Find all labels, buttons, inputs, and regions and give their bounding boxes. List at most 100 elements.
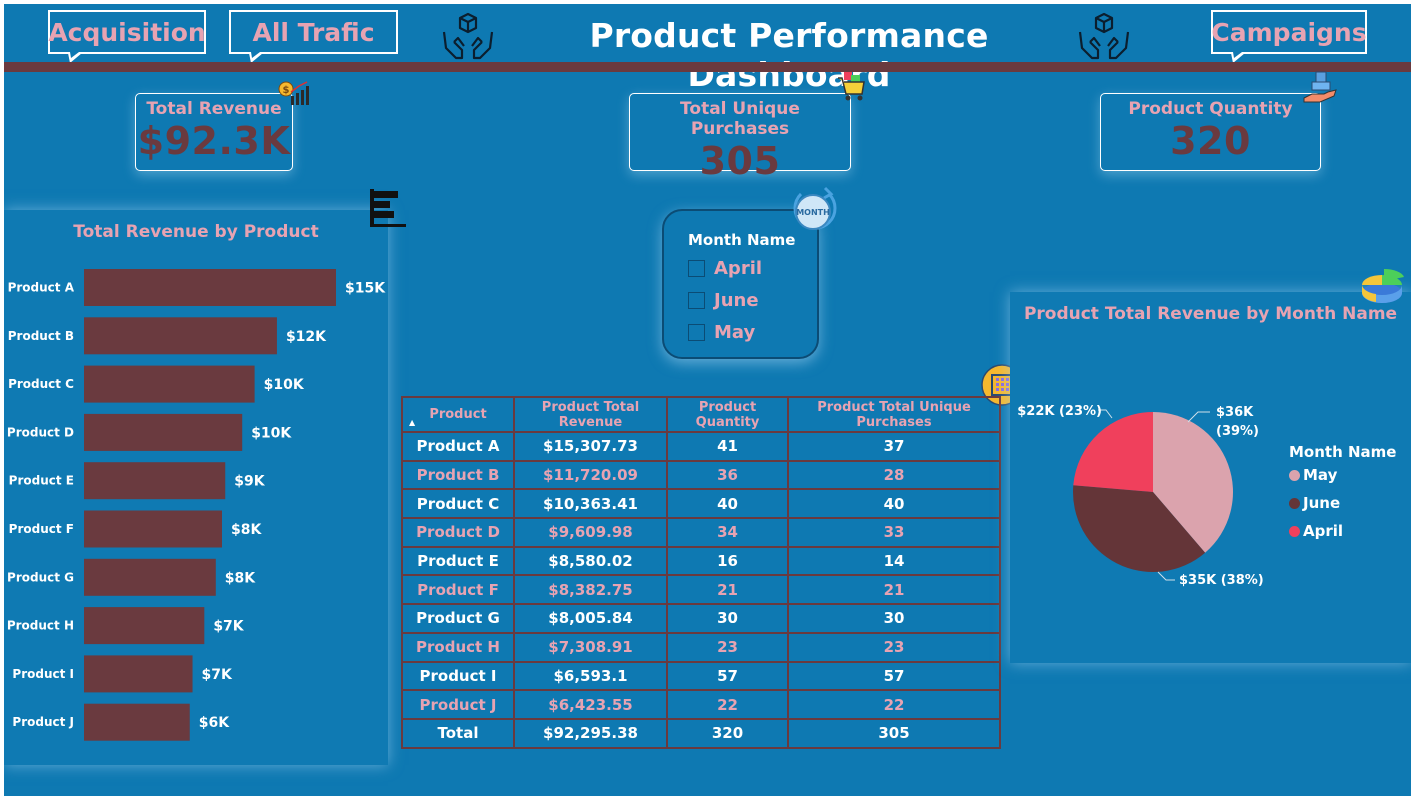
slicer-title: Month Name [688,231,796,249]
acquisition-label: Acquisition [48,17,206,47]
category-label: Product A [8,281,75,295]
table-cell: 36 [666,459,789,491]
revenue-by-product-panel: Total Revenue by Product Product A $15K Pr… [4,210,388,765]
table-cell: Product F [401,574,515,606]
campaigns-button[interactable]: Campaigns [1211,10,1367,63]
option-label: May [714,322,756,343]
data-label-june: $35K (38%) [1179,573,1264,588]
all-traffic-button[interactable]: All Trafic [229,10,398,63]
table-cell: 14 [787,545,1001,577]
column-header-product[interactable]: Product ▲ [401,396,515,433]
legend-marker [1289,497,1300,509]
column-header-revenue[interactable]: Product Total Revenue [513,396,668,433]
bar[interactable] [84,317,277,355]
table-cell: 28 [787,459,1001,491]
category-label: Product I [12,667,74,681]
bar[interactable] [84,413,243,451]
column-header-quantity[interactable]: Product Quantity [666,396,789,433]
table-row: Product D $9,609.98 34 33 [401,517,1001,548]
category-label: Product J [12,715,74,729]
table-cell: 57 [787,660,1001,692]
kpi-value: 320 [1170,119,1251,163]
campaigns-label: Campaigns [1211,17,1367,47]
bar[interactable] [84,703,190,741]
legend-label: May [1303,466,1338,484]
legend-marker [1289,525,1300,537]
data-label-may: $36K [1216,405,1254,420]
table-cell: 41 [666,431,789,462]
category-label: Product B [8,329,74,343]
data-label: $10K [251,425,292,441]
month-badge-text: MONTH [796,208,830,217]
table-cell: 30 [787,603,1001,634]
table-header-row: Product ▲ Product Total Revenue Product … [401,396,1001,433]
legend-label: June [1303,494,1341,512]
kpi-total-unique-purchases: Total Unique Purchases 305 [629,93,851,183]
data-label: $6K [199,715,230,731]
leader-line [1157,571,1175,581]
pie-chart-icon [1362,268,1404,303]
bar[interactable] [84,269,336,306]
legend-item-june[interactable]: June [1289,494,1340,512]
table-row: Product C $10,363.41 40 40 [401,488,1001,520]
table-total-row: Total $92,295.38 320 305 [401,717,1001,749]
total-cell: 305 [787,717,1001,749]
legend-item-may[interactable]: May [1289,466,1337,484]
legend-label: April [1303,522,1344,540]
bar[interactable] [84,655,193,693]
product-table: Product ▲ Product Total Revenue Product … [401,396,1001,749]
table-row: Product B $11,720.09 36 28 [401,459,1001,491]
column-header-unique-purchases[interactable]: Product Total Unique Purchases [787,396,1001,433]
legend-title: Month Name [1289,443,1397,461]
revenue-by-month-panel: Product Total Revenue by Month Name $36K… [1010,292,1411,663]
table-cell: 37 [787,431,1001,462]
data-label: $9K [234,474,265,490]
table-cell: $6,423.55 [513,689,668,720]
table-cell: 33 [787,517,1001,548]
total-cell: $92,295.38 [513,717,668,749]
category-label: Product C [8,377,74,391]
checkbox[interactable] [688,292,705,309]
table-cell: $15,307.73 [513,431,668,462]
data-label-may-percent: (39%) [1216,424,1259,439]
table-cell: $9,609.98 [513,517,668,548]
bar[interactable] [84,365,255,403]
svg-text:$: $ [283,85,290,96]
category-label: Product E [9,474,74,488]
data-label: $12K [286,329,327,345]
acquisition-button[interactable]: Acquisition [48,10,206,63]
hand-box-icon [1303,71,1337,103]
table-cell: Product I [401,660,515,692]
bar[interactable] [84,510,222,548]
table-row: Product A $15,307.73 41 37 [401,431,1001,462]
data-label: $10K [264,377,305,393]
table-cell: 22 [666,689,789,720]
table-row: Product I $6,593.1 57 57 [401,660,1001,692]
table-cell: 21 [787,574,1001,606]
slicer-option-may[interactable]: May [688,322,755,343]
kpi-label: Total Revenue [146,99,282,119]
kpi-product-quantity: Product Quantity 320 [1100,93,1321,171]
bar[interactable] [84,607,205,645]
data-label: $15K [345,281,386,297]
revenue-pie-chart: $36K (39%) $35K (38%) $22K (23%) [1017,404,1264,588]
bar[interactable] [84,558,216,596]
checkbox[interactable] [688,260,705,277]
sort-ascending-icon[interactable]: ▲ [409,418,415,427]
table-cell: $8,382.75 [513,574,668,606]
pie-slice-april[interactable] [1073,412,1153,492]
kpi-label: Total Unique Purchases [680,99,800,139]
screen: Acquisition All Trafic Campaigns Product… [0,0,1415,800]
table-cell: Product J [401,689,515,720]
slicer-option-june[interactable]: June [688,290,759,311]
table-cell: Product C [401,488,515,520]
table-body: Product A $15,307.73 41 37 Product B $11,720.… [401,431,1001,749]
slicer-option-april[interactable]: April [688,258,762,279]
table-cell: 21 [666,574,789,606]
table-cell: Product B [401,459,515,491]
legend-item-april[interactable]: April [1289,522,1343,540]
page-title: Product Performance Dashboard [589,16,989,94]
checkbox[interactable] [688,324,705,341]
shopping-cart-icon [838,72,865,101]
bar[interactable] [84,462,226,500]
